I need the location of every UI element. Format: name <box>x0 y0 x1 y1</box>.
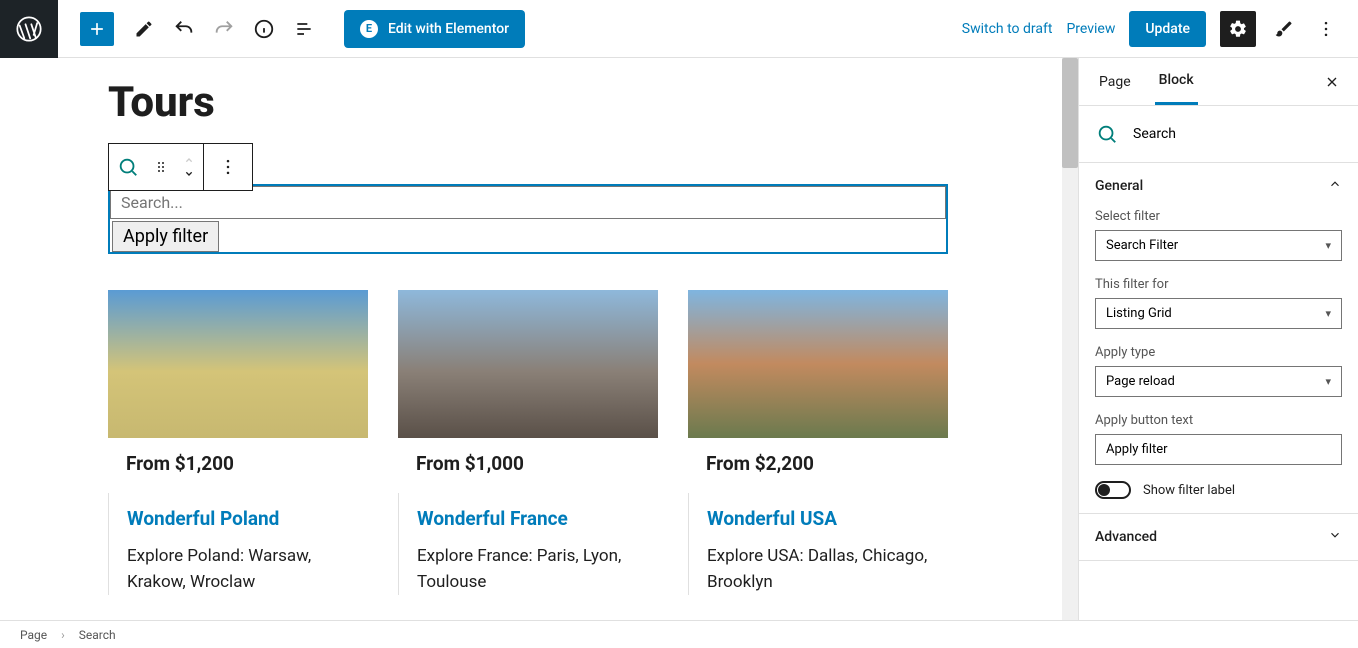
chevron-down-icon <box>1328 528 1342 546</box>
editor-topbar: E Edit with Elementor Switch to draft Pr… <box>0 0 1358 58</box>
tour-card-price: From $2,200 <box>688 452 948 475</box>
sidebar-block-name-label: Search <box>1133 126 1176 142</box>
sidebar-section-general: General Select filter Search Filter ▾ Th… <box>1079 163 1358 514</box>
tour-card: From $1,200 Wonderful Poland Explore Pol… <box>108 290 368 595</box>
elementor-button-label: Edit with Elementor <box>388 21 509 37</box>
search-icon <box>1095 122 1119 146</box>
tour-card-title[interactable]: Wonderful France <box>417 507 658 530</box>
breadcrumb-separator-icon: › <box>61 628 65 642</box>
section-general-header[interactable]: General <box>1095 177 1342 195</box>
select-filter-dropdown[interactable]: Search Filter ▾ <box>1095 230 1342 261</box>
show-filter-label-toggle[interactable] <box>1095 481 1131 499</box>
section-advanced-title: Advanced <box>1095 529 1157 545</box>
scrollbar-thumb[interactable] <box>1062 58 1078 168</box>
chevron-down-icon: ▾ <box>1325 239 1331 252</box>
tour-card-price: From $1,000 <box>398 452 658 475</box>
undo-icon[interactable] <box>172 17 196 41</box>
apply-type-value: Page reload <box>1106 374 1175 389</box>
breadcrumb-page[interactable]: Page <box>20 628 47 642</box>
tab-block[interactable]: Block <box>1155 58 1198 105</box>
block-toolbar <box>108 143 253 191</box>
this-filter-for-dropdown[interactable]: Listing Grid ▾ <box>1095 298 1342 329</box>
tab-page[interactable]: Page <box>1095 58 1135 105</box>
listing-grid: From $1,200 Wonderful Poland Explore Pol… <box>108 290 948 595</box>
tour-card-image <box>108 290 368 438</box>
tour-card-description: Explore France: Paris, Lyon, Toulouse <box>417 544 658 595</box>
more-options-icon[interactable] <box>1312 15 1340 43</box>
tour-card: From $1,000 Wonderful France Explore Fra… <box>398 290 658 595</box>
search-filter-block[interactable]: Apply filter <box>108 184 948 254</box>
chevron-down-icon: ▾ <box>1325 307 1331 320</box>
sidebar-tabs: Page Block <box>1079 58 1358 106</box>
move-up-down-icon[interactable] <box>175 144 203 190</box>
edit-mode-icon[interactable] <box>132 17 156 41</box>
this-filter-for-value: Listing Grid <box>1106 306 1172 321</box>
editor-main: Tours Apply filter From $1,200 Wonderful… <box>0 58 1358 620</box>
styles-icon[interactable] <box>1270 15 1298 43</box>
sidebar-block-name: Search <box>1079 106 1358 163</box>
update-button[interactable]: Update <box>1129 11 1206 47</box>
elementor-icon: E <box>360 20 378 38</box>
breadcrumb: Page › Search <box>0 620 1358 648</box>
canvas-wrap: Tours Apply filter From $1,200 Wonderful… <box>0 58 1078 620</box>
apply-button-text-label: Apply button text <box>1095 413 1342 428</box>
apply-type-dropdown[interactable]: Page reload ▾ <box>1095 366 1342 397</box>
redo-icon[interactable] <box>212 17 236 41</box>
wordpress-logo[interactable] <box>0 0 58 58</box>
apply-type-label: Apply type <box>1095 345 1342 360</box>
chevron-down-icon: ▾ <box>1325 375 1331 388</box>
apply-filter-button[interactable]: Apply filter <box>112 221 219 252</box>
page-title[interactable]: Tours <box>108 82 1062 124</box>
block-more-icon[interactable] <box>204 144 252 190</box>
outline-icon[interactable] <box>292 17 316 41</box>
tour-card-description: Explore Poland: Warsaw, Krakow, Wroclaw <box>127 544 368 595</box>
apply-button-text-input[interactable] <box>1095 434 1342 465</box>
info-icon[interactable] <box>252 17 276 41</box>
tour-card-price: From $1,200 <box>108 452 368 475</box>
tour-card-image <box>688 290 948 438</box>
canvas-scrollbar[interactable] <box>1062 58 1078 620</box>
settings-sidebar: Page Block Search General Select filter <box>1078 58 1358 620</box>
sidebar-section-advanced: Advanced <box>1079 514 1358 561</box>
tour-card-image <box>398 290 658 438</box>
close-sidebar-icon[interactable] <box>1322 72 1342 92</box>
tour-card-description: Explore USA: Dallas, Chicago, Brooklyn <box>707 544 948 595</box>
settings-icon[interactable] <box>1220 11 1256 47</box>
section-general-title: General <box>1095 178 1143 194</box>
tour-card: From $2,200 Wonderful USA Explore USA: D… <box>688 290 948 595</box>
chevron-up-icon <box>1328 177 1342 195</box>
drag-handle-icon[interactable] <box>147 144 175 190</box>
section-advanced-header[interactable]: Advanced <box>1095 528 1342 546</box>
block-type-icon[interactable] <box>109 144 147 190</box>
tour-card-title[interactable]: Wonderful Poland <box>127 507 368 530</box>
tour-card-title[interactable]: Wonderful USA <box>707 507 948 530</box>
this-filter-for-label: This filter for <box>1095 277 1342 292</box>
switch-to-draft-button[interactable]: Switch to draft <box>962 21 1053 37</box>
show-filter-label-text: Show filter label <box>1143 483 1235 498</box>
select-filter-value: Search Filter <box>1106 238 1178 253</box>
preview-button[interactable]: Preview <box>1066 21 1115 37</box>
select-filter-label: Select filter <box>1095 209 1342 224</box>
edit-with-elementor-button[interactable]: E Edit with Elementor <box>344 10 525 48</box>
add-block-button[interactable] <box>80 12 114 46</box>
breadcrumb-search[interactable]: Search <box>79 628 116 642</box>
